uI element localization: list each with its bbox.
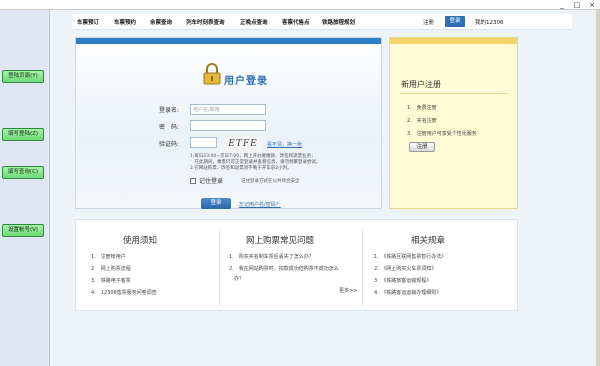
new-user-panel-strip [390,38,517,44]
nav-item-route-planning[interactable]: 铁路旅程规划 [322,18,355,26]
new-user-item: 3. 注册用户可享受个性化服务 [407,131,477,137]
fill-login-button[interactable]: 填写登陆(Z) [2,128,44,141]
nav-register-link[interactable]: 注册 [423,18,434,26]
right-gutter [596,10,600,366]
register-button[interactable]: 注册 [409,142,435,152]
regulations-item[interactable]: 4. 《铁路客运运输办理细则》 [374,289,441,296]
faq-item[interactable]: 1. 购买实名制车票后丢失了怎么办？ [229,253,314,260]
new-user-item: 2. 实名注册 [407,118,437,124]
account-settings-button[interactable]: 设置帐号(V) [2,224,44,237]
password-input[interactable] [190,120,266,131]
usage-notes-item[interactable]: 1. 注册帐用户 [91,253,126,260]
new-user-panel: 新用户注册 1. 免费注册 2. 实名注册 3. 注册用户可享受个性化服务 注册 [389,37,518,209]
usage-notes-item[interactable]: 2. 网上购票流程 [91,265,131,272]
captcha-refresh-link[interactable]: 看不清，换一张 [267,141,302,148]
regulations-title: 相关规章 [411,236,446,246]
maximize-button[interactable]: □ [571,1,583,9]
close-button[interactable]: × [586,1,598,9]
window-controls: _ □ × [556,1,598,9]
fill-query-button[interactable]: 填写查询(C) [2,166,44,179]
top-nav: 车票预订 车票预约 余票查询 列车时刻表查询 正晚点查询 客票代售点 铁路旅程规… [72,14,572,30]
new-user-title: 新用户注册 [401,80,441,89]
nav-item-ticket-reserve[interactable]: 车票预约 [114,18,136,26]
login-panel-strip [76,38,381,44]
usage-notes-title: 使用须知 [123,236,158,246]
login-page-button[interactable]: 登陆页面(Y) [2,70,44,83]
column-divider [219,228,220,306]
captcha-label: 验证码: [158,141,179,148]
new-user-item: 1. 免费注册 [407,105,437,111]
nav-item-timetable[interactable]: 列车时刻表查询 [186,18,225,26]
login-title: 用户登录 [224,76,268,87]
web-page: 车票预订 车票预约 余票查询 列车时刻表查询 正晚点查询 客票代售点 铁路旅程规… [50,10,596,366]
login-button[interactable]: 登录 [201,198,231,209]
lock-icon [203,63,221,85]
nav-item-remaining-tickets[interactable]: 余票查询 [150,18,172,26]
username-input[interactable]: 用户名/邮箱 [190,104,266,115]
nav-login-button[interactable]: 登录 [445,16,465,27]
login-note: 2.在网站购票、改签和退票须不晚于开车前2小时。 [190,166,292,171]
forgot-password-link[interactable]: 忘记用户名/密码？ [239,201,281,208]
nav-item-delay-query[interactable]: 正晚点查询 [240,18,268,26]
login-notes: 1.每日23:00~次日7:00，网上开办催缴款、改签和退票业务； 在此期间，乘… [190,154,380,172]
nav-item-agents[interactable]: 客票代售点 [282,18,310,26]
automation-panel: 登陆页面(Y) 填写登陆(Z) 填写查询(C) 设置帐号(V) [0,10,50,366]
faq-item[interactable]: 办？ [229,275,244,282]
login-panel: 用户登录 登录名: 用户名/邮箱 密 码: 验证码: ETFE 看不清，换一张 … [75,37,382,209]
nav-item-ticket-booking[interactable]: 车票预订 [77,18,99,26]
remember-label: 记住登录 [199,178,224,185]
column-divider [362,228,363,306]
window-titlebar: _ □ × [0,0,600,10]
regulations-item[interactable]: 2. 《网上购买火车票须知》 [374,265,436,272]
captcha-input[interactable] [190,137,217,148]
remember-login[interactable]: 记住登录 [190,176,223,185]
regulations-item[interactable]: 3. 《铁路旅客运输规程》 [374,277,431,284]
remember-tip: 记住登录方式在公共场合安全 [241,179,300,184]
faq-item[interactable]: 2. 我在网站购票时，扣款成功但购票不成功怎么 [229,265,339,272]
captcha-image[interactable]: ETFE [224,137,262,151]
usage-notes-item[interactable]: 3. 铁路电子客票 [91,277,131,284]
password-label: 密 码: [158,124,179,131]
usage-notes-item[interactable]: 4. 12306售票服务问卷调查 [91,289,157,296]
info-panel: 使用须知 1. 注册帐用户 2. 网上购票流程 3. 铁路电子客票 4. 123… [75,219,518,311]
faq-title: 网上购票常见问题 [246,236,315,246]
username-label: 登录名: [158,107,179,114]
regulations-item[interactable]: 1. 《铁路互联网售票暂行办法》 [374,253,446,260]
minimize-button[interactable]: _ [556,1,568,9]
remember-checkbox[interactable] [190,177,196,184]
faq-more-link[interactable]: 更多>> [339,287,357,294]
new-user-divider [400,93,508,94]
nav-my-12306[interactable]: 我的12306 [475,18,504,26]
